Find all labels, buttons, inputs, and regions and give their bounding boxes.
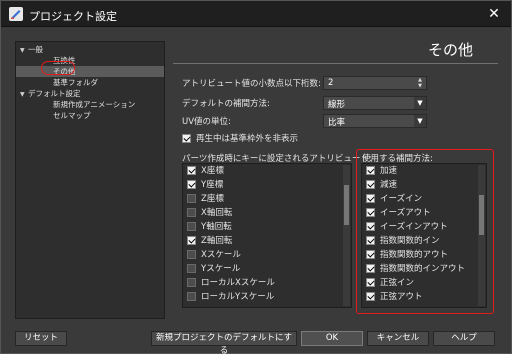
tree-item-compatibility[interactable]: 互換性 (16, 55, 164, 66)
title-divider (173, 63, 498, 64)
chevron-down-icon[interactable]: ▼ (414, 115, 426, 127)
spin-down-icon[interactable]: ▼ (415, 83, 425, 89)
checkbox-checked-icon[interactable] (187, 236, 196, 245)
list-item[interactable]: Y座標 (187, 179, 223, 192)
checkbox-icon[interactable] (187, 250, 196, 259)
set-default-button[interactable]: 新規プロジェクトのデフォルトにする (151, 331, 297, 354)
checkbox-icon[interactable] (187, 194, 196, 203)
list-item[interactable]: X軸回転 (187, 207, 232, 220)
uv-unit-select[interactable]: 比率 ▼ (323, 114, 427, 128)
attribute-checklist[interactable]: X座標 Y座標 Z座標 X軸回転 Y軸回転 Z軸回転 Xスケール Yスケール ロ… (182, 163, 352, 308)
checkbox-icon[interactable] (187, 264, 196, 273)
help-button[interactable]: ヘルプ (433, 331, 495, 346)
checkbox-checked-icon[interactable] (182, 134, 191, 143)
uv-unit-label: UV値の単位: (182, 117, 231, 127)
checkbox-icon[interactable] (187, 292, 196, 301)
ok-button[interactable]: OK (301, 331, 363, 346)
title-bar: プロジェクト設定 ✕ (1, 1, 511, 27)
highlight-ellipse-annotation (41, 61, 75, 75)
checkbox-checked-icon[interactable] (187, 166, 196, 175)
checkbox-icon[interactable] (187, 222, 196, 231)
project-settings-dialog: プロジェクト設定 ✕ ▼ 一般 互換性 その他 基準フォルダ ▼ デフォルト設定 新… (0, 0, 512, 354)
list-item[interactable]: Z軸回転 (187, 235, 232, 248)
cancel-button[interactable]: キャンセル (367, 331, 429, 346)
default-interpolation-label: デフォルトの補間方法: (182, 99, 270, 109)
tree-item-new-animation[interactable]: 新規作成アニメーション (16, 99, 164, 110)
highlight-rect-annotation (356, 149, 494, 314)
decimal-places-label: アトリビュート値の小数点以下桁数: (182, 79, 321, 89)
list-item[interactable]: Y軸回転 (187, 221, 232, 234)
hide-out-of-frame-option[interactable]: 再生中は基準枠外を非表示 (182, 132, 298, 144)
page-title: その他 (427, 41, 473, 59)
list-item[interactable]: ローカルXスケール (187, 277, 275, 290)
list-item[interactable]: X座標 (187, 165, 224, 178)
checkbox-checked-icon[interactable] (187, 180, 196, 189)
close-icon[interactable]: ✕ (483, 3, 505, 25)
tree-item-cell-map[interactable]: セルマップ (16, 110, 164, 121)
checkbox-icon[interactable] (187, 278, 196, 287)
list-item[interactable]: Z座標 (187, 193, 224, 206)
tree-item-base-folder[interactable]: 基準フォルダ (16, 77, 164, 88)
default-interpolation-select[interactable]: 線形 ▼ (323, 96, 427, 110)
list-item[interactable]: Xスケール (187, 249, 241, 262)
settings-category-tree[interactable]: ▼ 一般 互換性 その他 基準フォルダ ▼ デフォルト設定 新規作成アニメーション … (15, 41, 165, 319)
window-title: プロジェクト設定 (29, 10, 117, 23)
app-icon (9, 7, 23, 21)
decimal-places-spinner[interactable]: 2 ▲ ▼ (323, 76, 427, 90)
scrollbar-thumb[interactable] (344, 185, 349, 225)
list-item[interactable]: ローカルYスケール (187, 291, 274, 304)
tree-item-general[interactable]: ▼ 一般 (20, 44, 164, 55)
list-item[interactable]: Yスケール (187, 263, 240, 276)
chevron-down-icon[interactable]: ▼ (414, 97, 426, 109)
reset-button[interactable]: リセット (15, 331, 67, 346)
tree-item-default-settings[interactable]: ▼ デフォルト設定 (20, 88, 164, 99)
checkbox-icon[interactable] (187, 208, 196, 217)
tree-item-other[interactable]: その他 (16, 66, 164, 77)
attribute-scrollbar[interactable] (343, 165, 350, 306)
